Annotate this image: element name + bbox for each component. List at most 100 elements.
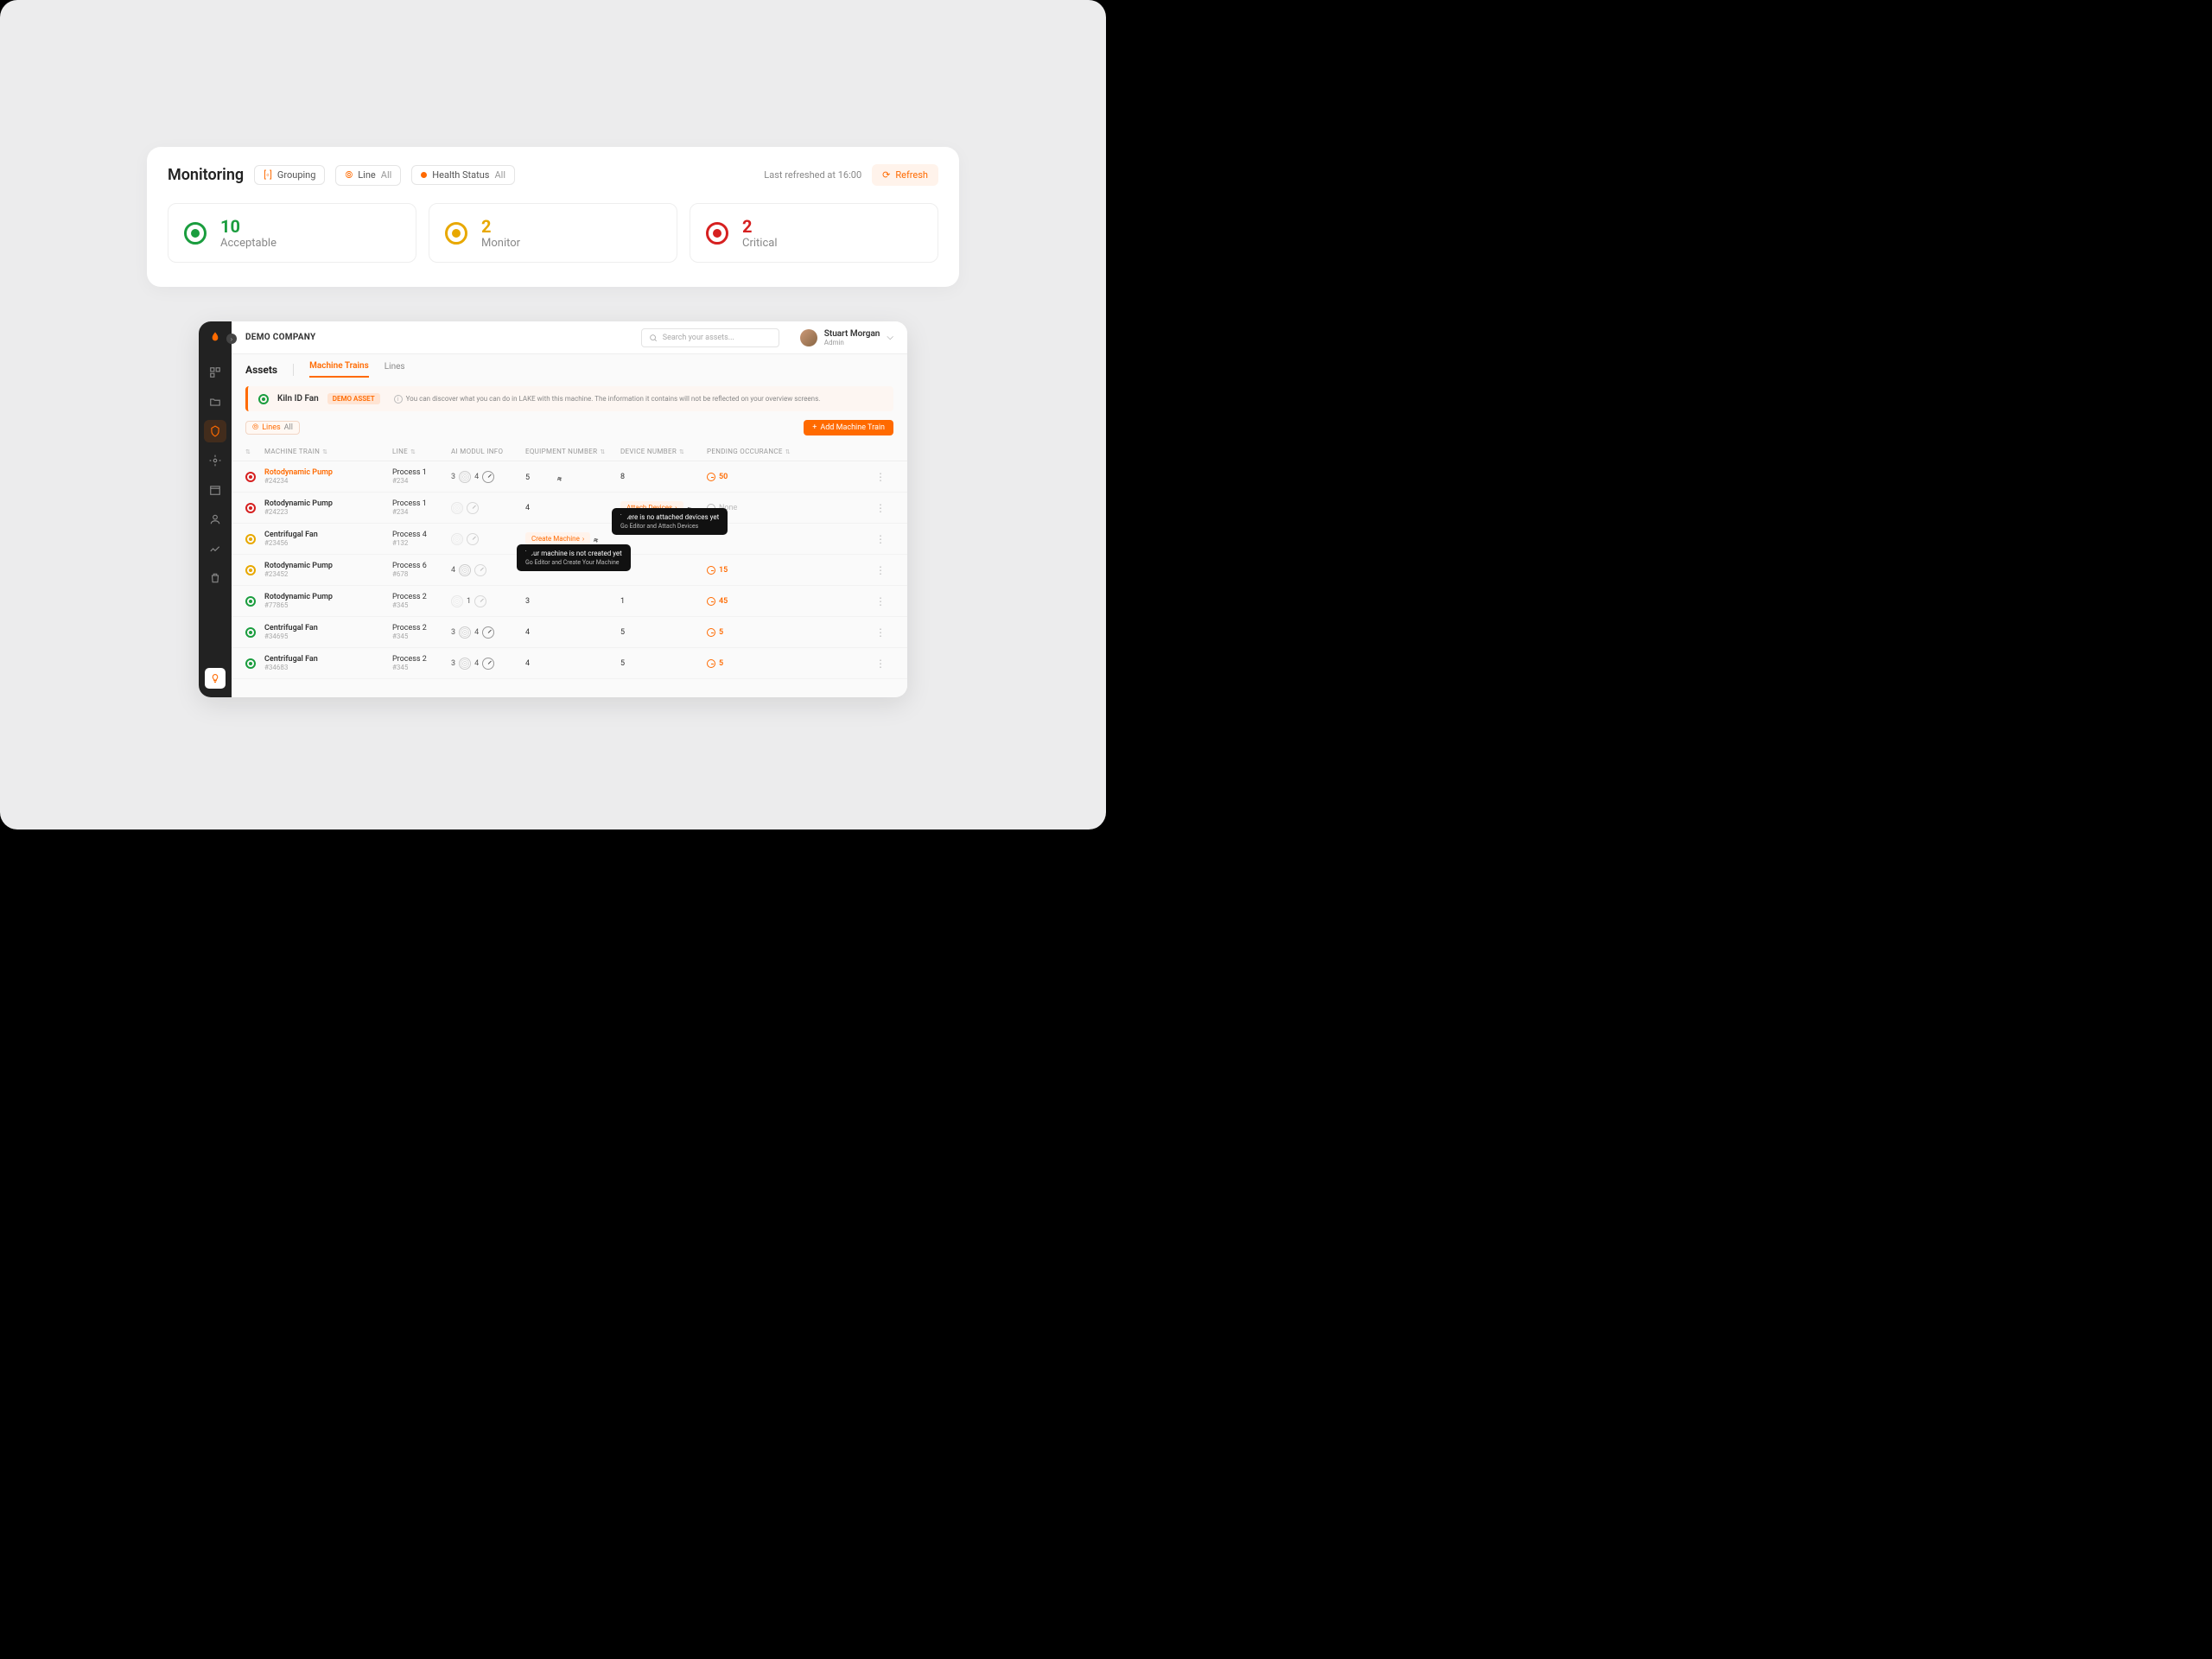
sort-icon[interactable]: ⇅: [600, 448, 605, 455]
sort-icon[interactable]: ⇅: [410, 448, 416, 455]
ai-modul-icon: [451, 533, 463, 545]
gauge-icon: [482, 626, 494, 639]
nav-folder-icon[interactable]: [204, 391, 226, 413]
status-card-acceptable[interactable]: 10 Acceptable: [168, 203, 416, 263]
table-row[interactable]: Rotodynamic Pump#24223 Process 1#234 4 A…: [232, 493, 907, 524]
nav-reports-icon[interactable]: [204, 537, 226, 560]
line-name: Process 2: [392, 624, 451, 632]
line-name: Process 2: [392, 655, 451, 664]
sort-icon[interactable]: ⇅: [785, 448, 791, 455]
status-dot: [245, 534, 256, 544]
col-line: LINE: [392, 448, 408, 455]
equipment-number: 4: [525, 504, 620, 512]
search-input[interactable]: Search your assets...: [641, 328, 779, 347]
tab-machine-trains[interactable]: Machine Trains: [309, 361, 369, 378]
add-btn-label: Add Machine Train: [820, 423, 885, 432]
table-row[interactable]: Centrifugal Fan#34683 Process 2#345 3 4 …: [232, 648, 907, 679]
expand-sidebar-button[interactable]: ›: [226, 334, 237, 344]
gauge-icon: [474, 595, 486, 607]
refresh-button[interactable]: ⟳ Refresh: [872, 164, 938, 186]
status-dot: [245, 658, 256, 669]
status-dot-icon: [445, 222, 467, 245]
row-menu-button[interactable]: ⋮: [868, 502, 893, 514]
nav-settings-icon[interactable]: [204, 449, 226, 472]
nav-archive-icon[interactable]: [204, 567, 226, 589]
line-id: #234: [392, 477, 451, 485]
sort-icon[interactable]: ⇅: [322, 448, 327, 455]
row-menu-button[interactable]: ⋮: [868, 595, 893, 607]
health-filter[interactable]: Health Status All: [411, 165, 515, 185]
table-row[interactable]: Centrifugal Fan#34695 Process 2#345 3 4 …: [232, 617, 907, 648]
nav-dashboard-icon[interactable]: [204, 361, 226, 384]
line-filter[interactable]: ⦾ Line All: [335, 165, 401, 186]
line-label: Line: [358, 169, 376, 181]
table-row[interactable]: Centrifugal Fan#23456 Process 4#132 Crea…: [232, 524, 907, 555]
line-name: Process 1: [392, 499, 451, 508]
gauge-icon: [482, 658, 494, 670]
search-icon: [649, 334, 658, 342]
nav-calendar-icon[interactable]: [204, 479, 226, 501]
sidebar: ›: [199, 321, 232, 697]
machine-name: Rotodynamic Pump: [264, 593, 392, 601]
user-menu[interactable]: Stuart Morgan Admin ⌵: [800, 329, 893, 346]
lines-filter[interactable]: ⦾ Lines All: [245, 421, 300, 435]
banner-text: You can discover what you can do in LAKE…: [406, 395, 821, 403]
add-machine-train-button[interactable]: + Add Machine Train: [804, 420, 893, 435]
pending-count: 5: [707, 628, 810, 637]
equipment-number: 4: [525, 659, 620, 668]
table-row[interactable]: Rotodynamic Pump#77865 Process 2#345 1 3…: [232, 586, 907, 617]
status-card-critical[interactable]: 2 Critical: [690, 203, 938, 263]
grouping-filter[interactable]: [◦] Grouping: [254, 165, 325, 185]
refresh-timestamp: Last refreshed at 16:00: [764, 169, 861, 181]
sort-icon[interactable]: ⇅: [679, 448, 684, 455]
row-menu-button[interactable]: ⋮: [868, 658, 893, 670]
tooltip-create: Your machine is not created yetGo Editor…: [517, 544, 631, 571]
row-menu-button[interactable]: ⋮: [868, 533, 893, 545]
col-device: DEVICE NUMBER: [620, 448, 677, 455]
tab-lines[interactable]: Lines: [385, 362, 405, 377]
ai-modul-icon: [451, 595, 463, 607]
help-button[interactable]: [205, 668, 226, 689]
line-id: #345: [392, 632, 451, 640]
pending-count: 5: [707, 659, 810, 668]
device-number: 1: [620, 597, 707, 606]
line-id: #345: [392, 664, 451, 671]
line-name: Process 4: [392, 531, 451, 539]
row-menu-button[interactable]: ⋮: [868, 471, 893, 483]
status-card-monitor[interactable]: 2 Monitor: [429, 203, 677, 263]
gauge-icon: [467, 533, 479, 545]
gauge-icon: [482, 471, 494, 483]
gauge-icon: [474, 564, 486, 576]
machine-id: #77865: [264, 601, 392, 609]
sort-icon[interactable]: ⇅: [245, 448, 251, 455]
logo-icon: [207, 330, 223, 346]
machine-id: #24223: [264, 508, 392, 516]
pending-count: 45: [707, 597, 810, 606]
row-menu-button[interactable]: ⋮: [868, 626, 893, 639]
line-id: #678: [392, 570, 451, 578]
health-dot-icon: [421, 172, 427, 178]
ai-modul-icon: [459, 564, 471, 576]
status-dot: [245, 565, 256, 575]
device-number: 5: [620, 659, 707, 668]
create-machine-button[interactable]: Create Machine ›: [525, 532, 590, 545]
equipment-number: 3: [525, 597, 620, 606]
nav-assets-icon[interactable]: [204, 420, 226, 442]
line-name: Process 6: [392, 562, 451, 570]
health-label: Health Status: [432, 169, 489, 181]
status-dot-icon: [184, 222, 207, 245]
row-menu-button[interactable]: ⋮: [868, 564, 893, 576]
gauge-icon: [467, 502, 479, 514]
equipment-number: Create Machine ›: [525, 532, 620, 545]
lines-filter-value: All: [284, 423, 293, 432]
machine-name: Centrifugal Fan: [264, 531, 392, 539]
search-placeholder: Search your assets...: [663, 334, 734, 342]
table-row[interactable]: Rotodynamic Pump#24234 Process 1#234 3 4…: [232, 461, 907, 493]
machine-name: Rotodynamic Pump: [264, 499, 392, 508]
clock-icon: [707, 659, 715, 668]
machine-id: #23456: [264, 539, 392, 547]
machine-name[interactable]: Rotodynamic Pump: [264, 468, 392, 477]
nav-users-icon[interactable]: [204, 508, 226, 531]
app-window: › DEMO COMPANY Search your assets...: [199, 321, 907, 697]
ai-modul-icon: [451, 502, 463, 514]
